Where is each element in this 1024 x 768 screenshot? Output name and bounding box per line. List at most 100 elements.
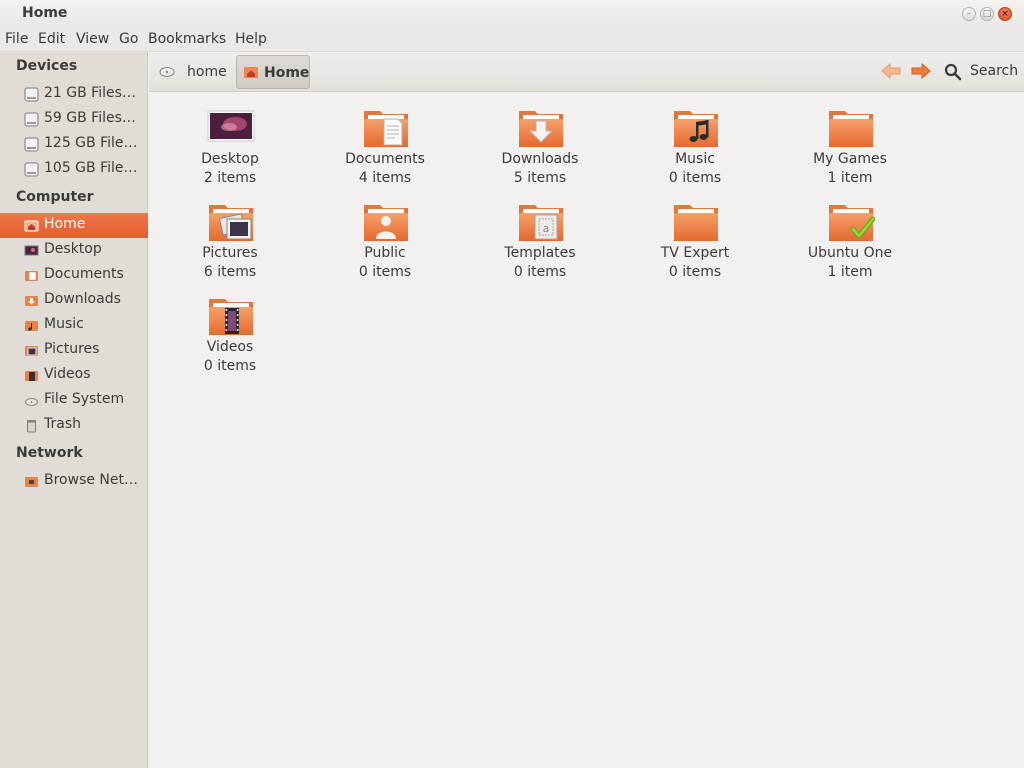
sidebar-item-label: Browse Network xyxy=(44,472,144,488)
folder-pictures-icon xyxy=(209,205,253,241)
sidebar-item-label: Home xyxy=(44,216,86,232)
pictures-icon xyxy=(25,346,38,356)
drive-icon xyxy=(24,87,39,102)
file-item-my-games[interactable]: My Games 1 item xyxy=(775,95,925,186)
file-item-tv-expert[interactable]: TV Expert 0 items xyxy=(620,189,770,280)
file-count: 0 items xyxy=(668,264,722,280)
sidebar-item-desktop[interactable]: Desktop xyxy=(0,238,148,263)
sidebar-item-label: 105 GB Filesystem xyxy=(44,160,144,176)
menu-file[interactable]: File xyxy=(5,31,28,47)
file-item-documents[interactable]: Documents 4 items xyxy=(310,95,460,186)
sidebar-item-videos[interactable]: Videos xyxy=(0,363,148,388)
sidebar-item-downloads[interactable]: Downloads xyxy=(0,288,148,313)
sidebar-item-pictures[interactable]: Pictures xyxy=(0,338,148,363)
menu-help[interactable]: Help xyxy=(235,31,267,47)
videos-icon xyxy=(25,371,38,381)
file-item-pictures[interactable]: Pictures 6 items xyxy=(155,189,305,280)
minimize-icon: – xyxy=(966,9,972,19)
folder-downloads-icon xyxy=(519,111,563,147)
sidebar-item-label: File System xyxy=(44,391,125,407)
drive-icon xyxy=(159,67,175,77)
breadcrumb-home-drive[interactable]: home xyxy=(153,55,233,89)
home-folder-icon xyxy=(244,67,258,78)
places-sidebar: Devices 21 GB Filesystem 59 GB Filesyste… xyxy=(0,52,148,768)
search-button[interactable]: Search xyxy=(940,60,1024,84)
file-count: 0 items xyxy=(668,170,722,186)
folder-icon xyxy=(674,205,718,241)
file-view: Desktop 2 items Documents 4 items Downlo… xyxy=(149,93,1024,768)
search-label: Search xyxy=(970,63,1019,79)
file-count: 1 item xyxy=(827,170,873,186)
menu-view[interactable]: View xyxy=(76,31,109,47)
folder-icon xyxy=(829,111,873,147)
file-name: Music xyxy=(675,151,715,167)
file-count: 1 item xyxy=(827,264,873,280)
file-item-desktop[interactable]: Desktop 2 items xyxy=(155,95,305,186)
sidebar-item-label: Downloads xyxy=(44,291,121,307)
folder-music-icon xyxy=(674,111,718,147)
music-icon xyxy=(25,321,38,331)
sidebar-item-label: 21 GB Filesystem xyxy=(44,85,144,101)
breadcrumb-home-folder[interactable]: Home xyxy=(236,55,310,89)
drive-icon xyxy=(24,137,39,152)
file-item-videos[interactable]: Videos 0 items xyxy=(155,283,305,374)
file-name: Ubuntu One xyxy=(807,245,893,261)
sidebar-item-label: Desktop xyxy=(44,241,102,257)
file-count: 5 items xyxy=(513,170,567,186)
folder-documents-icon xyxy=(364,111,408,147)
sidebar-item-59gb[interactable]: 59 GB Filesystem xyxy=(0,107,148,132)
network-icon xyxy=(25,477,38,487)
drive-icon xyxy=(24,162,39,177)
file-item-public[interactable]: Public 0 items xyxy=(310,189,460,280)
window-title: Home xyxy=(22,5,68,21)
back-arrow-icon[interactable] xyxy=(880,62,902,80)
documents-icon xyxy=(25,271,38,281)
sidebar-item-music[interactable]: Music xyxy=(0,313,148,338)
file-item-ubuntu-one[interactable]: Ubuntu One 1 item xyxy=(775,189,925,280)
file-item-downloads[interactable]: Downloads 5 items xyxy=(465,95,615,186)
sidebar-item-105gb[interactable]: 105 GB Filesystem xyxy=(0,157,148,182)
sidebar-item-label: Documents xyxy=(44,266,124,282)
sidebar-item-browse-network[interactable]: Browse Network xyxy=(0,469,148,494)
file-name: Templates xyxy=(504,245,576,261)
file-count: 0 items xyxy=(203,358,257,374)
file-name: Desktop xyxy=(201,151,259,167)
file-item-music[interactable]: Music 0 items xyxy=(620,95,770,186)
menu-go[interactable]: Go xyxy=(119,31,138,47)
search-icon xyxy=(944,63,962,81)
sidebar-item-label: Pictures xyxy=(44,341,100,357)
sidebar-item-label: Music xyxy=(44,316,84,332)
file-count: 0 items xyxy=(513,264,567,280)
file-name: Public xyxy=(364,245,406,261)
forward-arrow-icon[interactable] xyxy=(910,62,932,80)
sidebar-item-home[interactable]: Home xyxy=(0,213,148,238)
close-button[interactable]: × xyxy=(998,7,1012,21)
sidebar-heading-devices: Devices xyxy=(16,58,78,74)
file-count: 2 items xyxy=(203,170,257,186)
sidebar-item-file-system[interactable]: File System xyxy=(0,388,148,413)
toolbar: home Home Search xyxy=(149,52,1024,92)
file-count: 0 items xyxy=(358,264,412,280)
sidebar-item-125gb[interactable]: 125 GB Filesystem xyxy=(0,132,148,157)
file-name: Pictures xyxy=(202,245,258,261)
sidebar-item-label: 59 GB Filesystem xyxy=(44,110,144,126)
file-name: Documents xyxy=(345,151,425,167)
minimize-button[interactable]: – xyxy=(962,7,976,21)
sidebar-item-21gb[interactable]: 21 GB Filesystem xyxy=(0,82,148,107)
home-folder-icon xyxy=(24,220,39,232)
menu-bookmarks[interactable]: Bookmarks xyxy=(148,31,226,47)
file-item-templates[interactable]: a Templates 0 items xyxy=(465,189,615,280)
svg-text:a: a xyxy=(543,222,550,235)
sidebar-item-documents[interactable]: Documents xyxy=(0,263,148,288)
file-name: Downloads xyxy=(501,151,579,167)
file-name: My Games xyxy=(813,151,887,167)
downloads-icon xyxy=(25,296,38,306)
drive-icon xyxy=(24,112,39,127)
maximize-button[interactable]: □ xyxy=(980,7,994,21)
menu-edit[interactable]: Edit xyxy=(38,31,65,47)
trash-icon xyxy=(27,420,36,433)
sidebar-item-trash[interactable]: Trash xyxy=(0,413,148,438)
folder-public-icon xyxy=(364,205,408,241)
file-name: TV Expert xyxy=(660,245,730,261)
maximize-icon: □ xyxy=(982,9,992,19)
